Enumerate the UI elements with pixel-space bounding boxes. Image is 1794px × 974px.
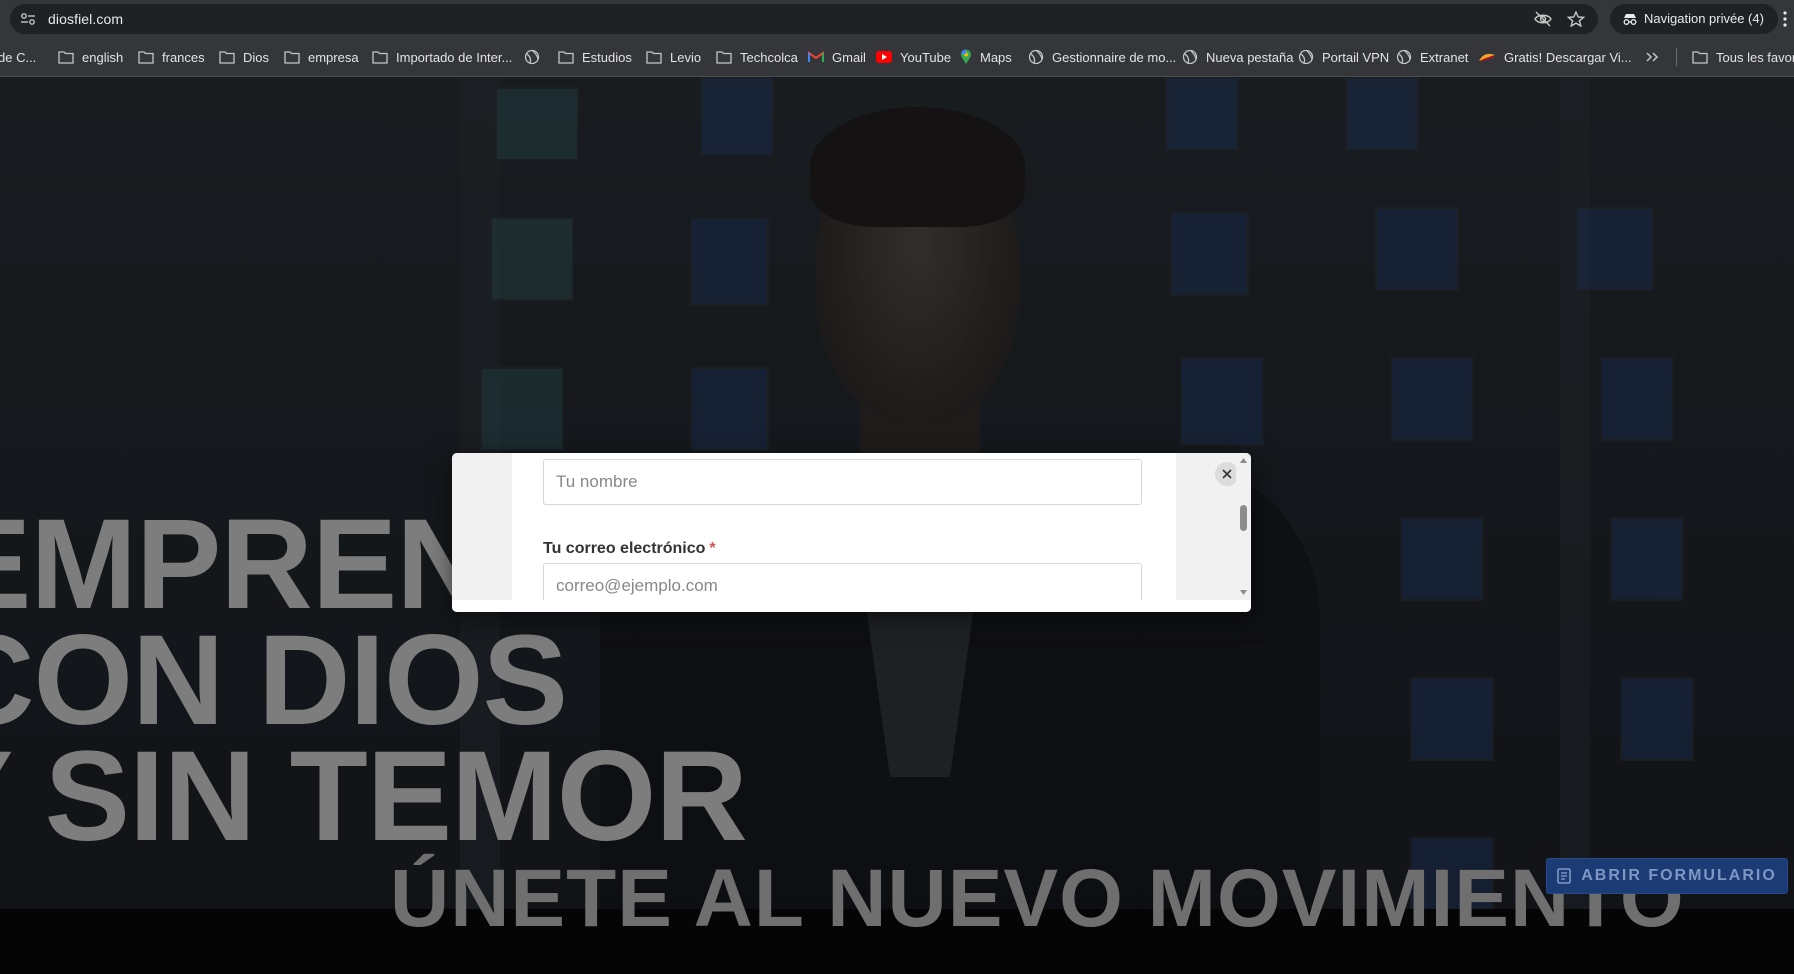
scrollbar-thumb[interactable] [1240, 505, 1247, 531]
bookmark-label: Gratis! Descargar Vi... [1504, 49, 1632, 65]
bookmark-label: Gmail [832, 49, 866, 65]
email-input[interactable]: correo@ejemplo.com [543, 563, 1142, 600]
more-vert-icon[interactable] [1782, 10, 1788, 28]
bookmark-label: de C... [0, 49, 37, 65]
folder-icon [1692, 51, 1708, 64]
bookmark-label: Extranet [1420, 49, 1469, 65]
bookmark-folder-frances[interactable]: frances [138, 48, 205, 66]
bookmark-folder-dios[interactable]: Dios [219, 48, 269, 66]
globe-icon [524, 49, 540, 65]
bookmark-maps[interactable]: Maps [960, 48, 1012, 66]
hero-title-line3: Y SIN TEMOR [0, 725, 748, 868]
bookmark-nueva-pestana[interactable]: Nueva pestaña [1182, 48, 1293, 66]
folder-icon [716, 51, 732, 64]
bookmarks-bar: de C... english frances Dios empresa Imp… [0, 38, 1794, 77]
globe-icon [1182, 49, 1198, 65]
incognito-indicator[interactable]: Navigation privée (4) [1610, 4, 1778, 34]
bookmark-folder-estudios[interactable]: Estudios [558, 48, 632, 66]
site-info-icon[interactable] [20, 12, 36, 26]
bookmark-label: YouTube [900, 49, 952, 65]
bookmark-label: Nueva pestaña [1206, 49, 1294, 65]
bookmark-label: empresa [308, 49, 359, 65]
folder-icon [58, 51, 74, 64]
folder-icon [646, 51, 662, 64]
bookmark-label: Tous les favoris [1716, 49, 1794, 65]
bookmark-label: Dios [243, 49, 270, 65]
modal-side-panel [452, 453, 512, 600]
signup-modal: Tu nombre Tu correo electrónico * correo@… [452, 453, 1251, 612]
folder-icon [372, 51, 388, 64]
open-form-button-label: ABRIR FORMULARIO [1581, 867, 1777, 884]
bookmark-label: Levio [670, 49, 702, 65]
browser-toolbar: diosfiel.com Navigation privée (4) [0, 0, 1794, 38]
bookmark-folder-empresa[interactable]: empresa [284, 48, 359, 66]
star-icon[interactable] [1567, 11, 1585, 27]
modal-footer-strip [452, 600, 1251, 612]
movement-title: ÚNETE AL NUEVO MOVIMIENTO [390, 853, 1685, 944]
email-label: Tu correo electrónico * [543, 540, 716, 558]
required-marker: * [709, 540, 716, 557]
incognito-icon [1623, 14, 1637, 25]
eye-off-icon[interactable] [1534, 11, 1552, 27]
globe-icon [1028, 49, 1044, 65]
scroll-up-arrow-icon[interactable] [1239, 456, 1248, 465]
bookmark-globe[interactable] [524, 48, 548, 66]
address-bar[interactable]: diosfiel.com [10, 4, 1598, 34]
bookmark-label: english [82, 49, 124, 65]
bookmarks-overflow-button[interactable] [1645, 48, 1667, 66]
chevron-double-right-icon [1646, 52, 1659, 62]
bookmark-label: Portail VPN [1322, 49, 1390, 65]
open-form-button[interactable]: ABRIR FORMULARIO [1546, 858, 1788, 894]
bookmark-folder-all[interactable]: Tous les favoris [1692, 48, 1794, 66]
bookmark-gmail[interactable]: Gmail [808, 48, 866, 66]
bookmarks-divider [1676, 48, 1677, 66]
close-icon [1222, 469, 1232, 479]
modal-scrollbar[interactable] [1236, 453, 1251, 600]
bookmark-label: Gestionnaire de mo... [1052, 49, 1177, 65]
folder-icon [558, 51, 574, 64]
bookmark-youtube[interactable]: YouTube [876, 48, 951, 66]
maps-icon [961, 49, 971, 64]
bookmark-folder-english[interactable]: english [58, 48, 123, 66]
globe-icon [1298, 49, 1314, 65]
bookmark-label: Importado de Inter... [396, 49, 513, 65]
bookmark-folder-levio[interactable]: Levio [646, 48, 701, 66]
bookmark-item[interactable]: de C... [0, 48, 36, 66]
bookmark-label: Techcolca [740, 49, 798, 65]
folder-icon [284, 51, 300, 64]
gmail-icon [808, 51, 824, 62]
hero-title-line2: CON DIOS [0, 609, 568, 752]
bookmark-label: frances [162, 49, 205, 65]
bookmark-gratis-descargar[interactable]: Gratis! Descargar Vi... [1478, 48, 1632, 66]
form-icon [1557, 868, 1572, 884]
bookmark-folder-techcolca[interactable]: Techcolca [716, 48, 798, 66]
scroll-down-arrow-icon[interactable] [1239, 588, 1248, 597]
bookmark-label: Estudios [582, 49, 632, 65]
globe-icon [1396, 49, 1412, 65]
email-label-text: Tu correo electrónico [543, 540, 706, 557]
bookmark-label: Maps [980, 49, 1012, 65]
youtube-icon [876, 51, 892, 63]
folder-icon [138, 51, 154, 64]
signup-form: Tu nombre Tu correo electrónico * correo@… [512, 453, 1176, 600]
bookmark-portail-vpn[interactable]: Portail VPN [1298, 48, 1389, 66]
name-input[interactable]: Tu nombre [543, 459, 1142, 505]
bookmark-folder-importado[interactable]: Importado de Inter... [372, 48, 512, 66]
bookmark-gestionnaire[interactable]: Gestionnaire de mo... [1028, 48, 1176, 66]
url-text[interactable]: diosfiel.com [48, 11, 123, 27]
folder-icon [219, 51, 235, 64]
incognito-label: Navigation privée (4) [1644, 11, 1764, 26]
bookmark-extranet[interactable]: Extranet [1396, 48, 1468, 66]
bookmark-favicon-icon [1479, 53, 1495, 62]
